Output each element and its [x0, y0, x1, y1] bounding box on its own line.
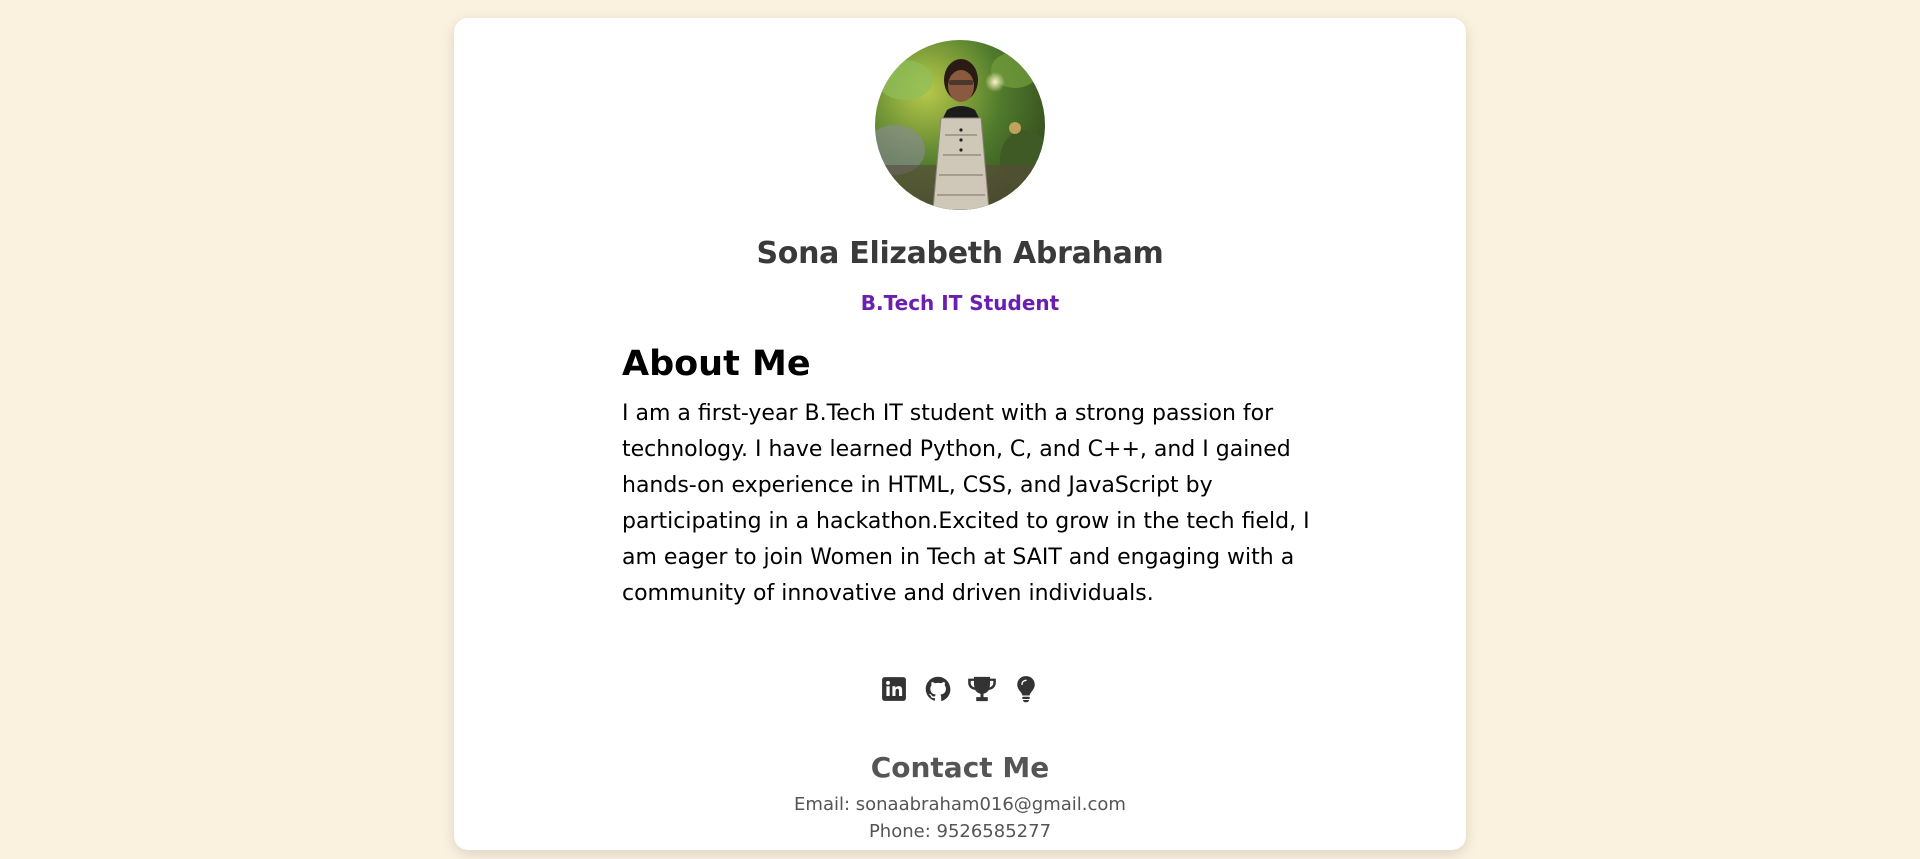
profile-role: B.Tech IT Student — [860, 291, 1060, 315]
social-links — [454, 673, 1466, 705]
profile-photo-image — [875, 40, 1045, 210]
ideas-link[interactable] — [1011, 673, 1041, 705]
lightbulb-icon — [1017, 676, 1035, 703]
github-icon — [925, 676, 951, 702]
contact-heading: Contact Me — [870, 751, 1050, 784]
profile-card: Sona Elizabeth Abraham B.Tech IT Student… — [454, 18, 1466, 850]
contact-email: Email: sonaabraham016@gmail.com — [794, 794, 1126, 815]
trophy-icon — [968, 676, 996, 702]
contact-phone: Phone: 9526585277 — [868, 821, 1052, 842]
github-link[interactable] — [923, 673, 953, 705]
trophy-link[interactable] — [967, 673, 997, 705]
linkedin-link[interactable] — [879, 673, 909, 705]
linkedin-icon — [882, 677, 906, 701]
about-heading: About Me — [622, 344, 811, 384]
about-text: I am a first-year B.Tech IT student with… — [622, 401, 1310, 606]
profile-name: Sona Elizabeth Abraham — [756, 236, 1164, 271]
profile-photo — [875, 40, 1045, 210]
